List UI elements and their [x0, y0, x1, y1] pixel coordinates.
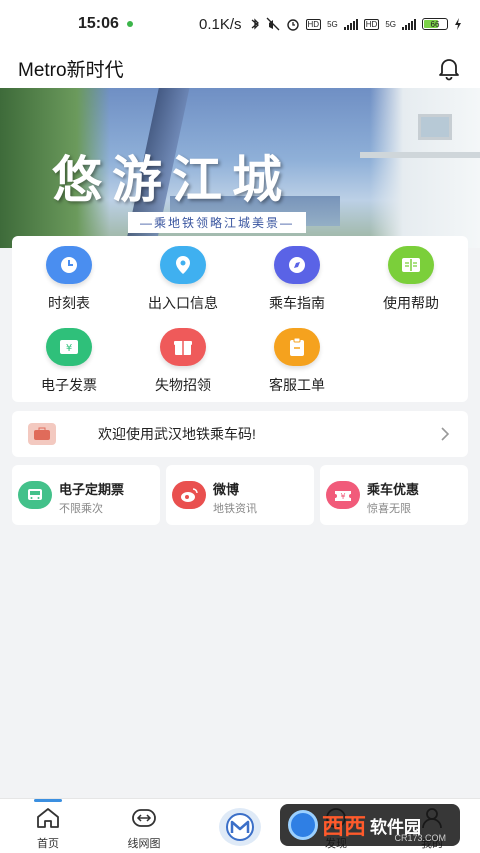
bluetooth-icon — [251, 18, 259, 30]
tab-line-map[interactable]: 线网图 — [114, 805, 174, 851]
hd-badge: HD — [305, 18, 322, 30]
signal-5g-label: 5G — [327, 19, 338, 29]
grid-item-entrance-info[interactable]: 出入口信息 — [126, 246, 240, 313]
compass-icon — [274, 246, 320, 284]
bag-icon — [28, 423, 56, 445]
card-subtitle: 地铁资讯 — [213, 503, 257, 515]
status-dot — [126, 21, 133, 27]
banner-railing — [360, 152, 480, 158]
coupon-icon: ¥ — [326, 481, 360, 509]
clock-icon — [46, 246, 92, 284]
charging-icon — [455, 18, 461, 30]
battery-icon: 66 — [422, 18, 448, 30]
banner-window — [418, 114, 452, 140]
card-subtitle: 惊喜无限 — [367, 503, 411, 515]
function-grid: 时刻表 出入口信息 乘车指南 使用帮助 ¥ 电子发票 失物招领 客服工单 — [12, 236, 468, 402]
alarm-icon — [286, 19, 299, 31]
chevron-right-icon — [441, 427, 450, 441]
weibo-icon — [172, 481, 206, 509]
grid-item-timetable[interactable]: 时刻表 — [12, 246, 126, 313]
signal-icon — [343, 18, 358, 30]
tab-label: 线网图 — [127, 838, 161, 850]
card-title: 乘车优惠 — [367, 482, 420, 497]
grid-item-label: 乘车指南 — [269, 295, 325, 311]
signal-5g-label-2: 5G — [385, 19, 396, 29]
book-icon — [388, 246, 434, 284]
grid-item-label: 使用帮助 — [383, 295, 439, 311]
grid-item-ride-guide[interactable]: 乘车指南 — [240, 246, 354, 313]
card-title: 微博 — [213, 482, 240, 497]
gift-box-icon — [160, 328, 206, 366]
watermark-domain: CR173.COM — [394, 833, 446, 843]
invoice-icon: ¥ — [46, 328, 92, 366]
banner-subtitle: —乘地铁领略江城美景— — [128, 212, 307, 233]
battery-level: 66 — [430, 19, 440, 29]
card-ride-discount[interactable]: ¥ 乘车优惠 惊喜无限 — [320, 465, 468, 525]
location-pin-icon — [160, 246, 206, 284]
banner-building — [370, 88, 480, 248]
promo-banner[interactable]: 悠游江城 —乘地铁领略江城美景— — [0, 88, 480, 248]
clipboard-icon — [274, 328, 320, 366]
watermark: 西西 软件园 CR173.COM — [280, 804, 460, 846]
watermark-logo — [288, 810, 318, 840]
app-bar: Metro新时代 — [0, 48, 480, 88]
notice-text: 欢迎使用武汉地铁乘车码! — [98, 426, 256, 442]
signal-icon-2 — [402, 18, 416, 30]
grid-item-label: 客服工单 — [269, 377, 325, 393]
grid-item-label: 失物招领 — [155, 377, 211, 393]
grid-item-label: 出入口信息 — [148, 295, 218, 311]
grid-item-service-ticket[interactable]: 客服工单 — [240, 328, 354, 395]
grid-item-help[interactable]: 使用帮助 — [354, 246, 468, 313]
grid-item-lost-found[interactable]: 失物招领 — [126, 328, 240, 395]
status-bar: 15:06 0.1K/s HD 5G HD 5G 66 — [0, 0, 480, 48]
watermark-brand: 西西 — [322, 815, 367, 840]
metro-logo-icon — [226, 813, 254, 841]
status-time: 15:06 — [78, 15, 119, 32]
banner-headline: 悠游江城 — [52, 150, 292, 209]
tab-home[interactable]: 首页 — [18, 805, 78, 851]
grid-item-label: 时刻表 — [48, 295, 90, 311]
svg-text:¥: ¥ — [340, 492, 345, 501]
card-subtitle: 不限乘次 — [59, 503, 103, 515]
network-speed: 0.1K/s — [199, 15, 242, 33]
card-periodic-ticket[interactable]: 电子定期票 不限乘次 — [12, 465, 160, 525]
card-weibo[interactable]: 微博 地铁资讯 — [166, 465, 314, 525]
card-title: 电子定期票 — [59, 482, 125, 497]
mute-icon — [266, 17, 279, 31]
tab-label: 首页 — [37, 838, 59, 850]
status-icons: HD 5G HD 5G 66 — [250, 17, 462, 31]
app-title: Metro新时代 — [18, 59, 124, 81]
grid-item-e-invoice[interactable]: ¥ 电子发票 — [12, 328, 126, 395]
grid-item-label: 电子发票 — [41, 377, 97, 393]
line-map-icon — [132, 809, 156, 827]
active-tab-indicator — [34, 799, 62, 802]
notice-bar[interactable]: 欢迎使用武汉地铁乘车码! — [12, 411, 468, 457]
svg-text:¥: ¥ — [66, 343, 72, 354]
home-icon — [37, 808, 59, 828]
hd-badge-2: HD — [363, 18, 380, 30]
metro-logo-button[interactable] — [219, 808, 261, 846]
bus-icon — [18, 481, 52, 509]
bell-icon[interactable] — [436, 55, 462, 81]
